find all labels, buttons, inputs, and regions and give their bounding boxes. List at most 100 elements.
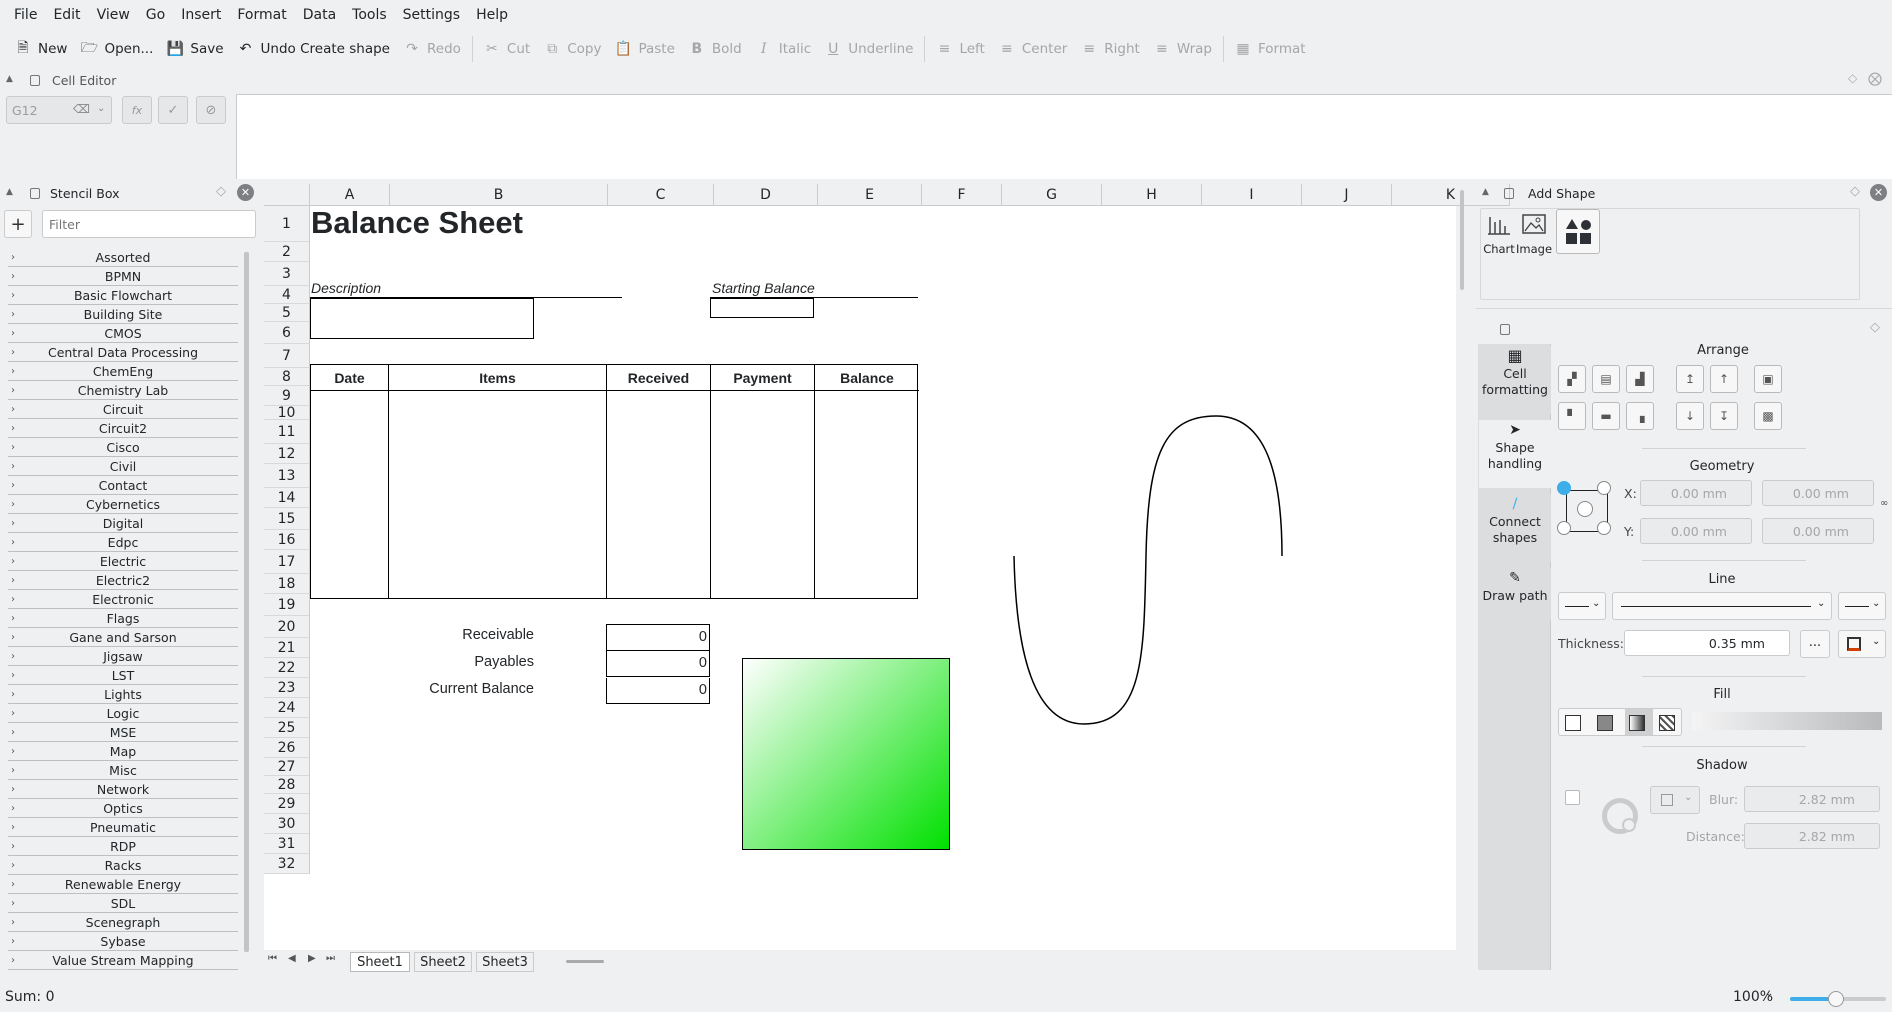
anchor-top-left[interactable] xyxy=(1557,481,1571,495)
more-line-options-button[interactable]: ... xyxy=(1800,630,1830,658)
row-header[interactable]: 11 xyxy=(264,420,310,444)
shadow-angle-dial[interactable] xyxy=(1602,798,1638,834)
stencil-item[interactable]: › Central Data Processing xyxy=(8,343,238,362)
stencil-item[interactable]: › Basic Flowchart xyxy=(8,286,238,305)
table-header[interactable]: Balance xyxy=(815,365,919,391)
stencil-item[interactable]: › Map xyxy=(8,742,238,761)
stencil-item[interactable]: › Racks xyxy=(8,856,238,875)
row-header[interactable]: 1 xyxy=(264,206,310,242)
row-header[interactable]: 6 xyxy=(264,322,310,344)
column-header[interactable]: C xyxy=(608,184,714,206)
align-top-shape-button[interactable]: ▘ xyxy=(1558,402,1586,430)
stencil-item[interactable]: › ChemEng xyxy=(8,362,238,381)
row-header[interactable]: 22 xyxy=(264,658,310,678)
stencil-item[interactable]: › BPMN xyxy=(8,267,238,286)
row-header[interactable]: 21 xyxy=(264,638,310,658)
clear-icon[interactable]: ⌫ xyxy=(73,102,90,116)
row-header[interactable]: 20 xyxy=(264,616,310,638)
solid-fill-icon[interactable] xyxy=(1597,715,1613,731)
corner-header[interactable] xyxy=(264,184,310,206)
lock-icon[interactable] xyxy=(30,188,40,199)
row-header[interactable]: 13 xyxy=(264,464,310,488)
stencil-item[interactable]: › Cybernetics xyxy=(8,495,238,514)
stencil-item[interactable]: › Logic xyxy=(8,704,238,723)
tab-sheet3[interactable]: Sheet3 xyxy=(476,952,534,972)
anchor-center[interactable] xyxy=(1577,501,1593,517)
raise-button[interactable]: ↑ xyxy=(1710,365,1738,393)
column-header[interactable]: F xyxy=(922,184,1002,206)
gradient-square-shape[interactable] xyxy=(742,658,950,850)
stencil-item[interactable]: › Flags xyxy=(8,609,238,628)
table-header[interactable]: Received xyxy=(607,365,711,391)
row-header[interactable]: 29 xyxy=(264,794,310,814)
row-header[interactable]: 17 xyxy=(264,550,310,574)
anchor-selector[interactable] xyxy=(1557,481,1611,535)
row-header[interactable]: 14 xyxy=(264,488,310,508)
x-position-field[interactable]: 0.00 mm xyxy=(1640,480,1752,506)
tab-sheet2[interactable]: Sheet2 xyxy=(414,952,472,972)
row-header[interactable]: 26 xyxy=(264,738,310,758)
stencil-item[interactable]: › Digital xyxy=(8,514,238,533)
summary-value[interactable]: 0 xyxy=(606,678,710,704)
row-header[interactable]: 8 xyxy=(264,368,310,386)
menu-edit[interactable]: Edit xyxy=(45,0,88,30)
float-icon[interactable]: ◇ xyxy=(1850,184,1860,199)
row-header[interactable]: 9 xyxy=(264,386,310,406)
stencil-item[interactable]: › Civil xyxy=(8,457,238,476)
menu-go[interactable]: Go xyxy=(138,0,173,30)
row-header[interactable]: 7 xyxy=(264,344,310,368)
stencil-item[interactable]: › Value Stream Mapping xyxy=(8,951,238,970)
row-header[interactable]: 25 xyxy=(264,718,310,738)
anchor-bottom-right[interactable] xyxy=(1597,521,1611,535)
zoom-slider-handle[interactable] xyxy=(1828,991,1845,1007)
table-column[interactable] xyxy=(815,391,919,598)
stencil-item[interactable]: › MSE xyxy=(8,723,238,742)
stencil-item[interactable]: › CMOS xyxy=(8,324,238,343)
format-button[interactable]: ▦ Format xyxy=(1228,34,1313,64)
anchor-bottom-left[interactable] xyxy=(1557,521,1571,535)
paste-button[interactable]: 📋 Paste xyxy=(608,34,681,64)
horizontal-scrollbar[interactable] xyxy=(566,960,604,963)
ungroup-button[interactable]: ▩ xyxy=(1754,402,1782,430)
bold-button[interactable]: B Bold xyxy=(682,34,749,64)
row-header[interactable]: 32 xyxy=(264,854,310,874)
row-header[interactable]: 15 xyxy=(264,508,310,530)
menu-format[interactable]: Format xyxy=(229,0,294,30)
lock-icon[interactable] xyxy=(1504,188,1514,199)
tab-draw-path[interactable]: ✎ Draw path xyxy=(1479,568,1551,620)
lower-button[interactable]: ↓ xyxy=(1676,402,1704,430)
table-column[interactable] xyxy=(311,391,389,598)
close-icon[interactable]: ✕ xyxy=(1870,184,1887,201)
shapes-button[interactable] xyxy=(1556,209,1600,254)
line-start-selector[interactable]: ⌄ xyxy=(1558,592,1606,620)
distance-field[interactable]: 2.82 mm xyxy=(1744,823,1880,849)
collapse-arrow-icon[interactable]: ▲ xyxy=(6,74,13,84)
stencil-item[interactable]: › Cisco xyxy=(8,438,238,457)
row-header[interactable]: 4 xyxy=(264,286,310,304)
tab-connect-shapes[interactable]: ∕ Connect shapes xyxy=(1479,494,1551,562)
align-left-button[interactable]: ≡ Left xyxy=(929,34,991,64)
line-end-selector[interactable]: ⌄ xyxy=(1838,592,1886,620)
column-header[interactable]: E xyxy=(818,184,922,206)
row-header[interactable]: 12 xyxy=(264,444,310,464)
cut-button[interactable]: ✂ Cut xyxy=(477,34,537,64)
menu-data[interactable]: Data xyxy=(295,0,344,30)
starting-balance-box[interactable] xyxy=(710,298,814,318)
row-header[interactable]: 3 xyxy=(264,262,310,286)
link-icon[interactable]: ∞ xyxy=(1880,498,1888,509)
gradient-preview[interactable] xyxy=(1692,712,1882,730)
collapse-arrow-icon[interactable]: ▲ xyxy=(6,187,13,197)
group-button[interactable]: ▣ xyxy=(1754,365,1782,393)
row-header[interactable]: 30 xyxy=(264,814,310,834)
row-header[interactable]: 28 xyxy=(264,776,310,794)
stencil-item[interactable]: › Pneumatic xyxy=(8,818,238,837)
row-header[interactable]: 19 xyxy=(264,594,310,616)
row-header[interactable]: 24 xyxy=(264,698,310,718)
vertical-scrollbar[interactable] xyxy=(1460,190,1464,290)
no-fill-icon[interactable] xyxy=(1565,715,1581,731)
bring-to-front-button[interactable]: ↥ xyxy=(1676,365,1704,393)
stencil-scrollbar[interactable] xyxy=(244,252,249,952)
stencil-item[interactable]: › Assorted xyxy=(8,248,238,267)
float-icon[interactable]: ◇ xyxy=(1870,320,1880,335)
table-header[interactable]: Items xyxy=(389,365,607,391)
